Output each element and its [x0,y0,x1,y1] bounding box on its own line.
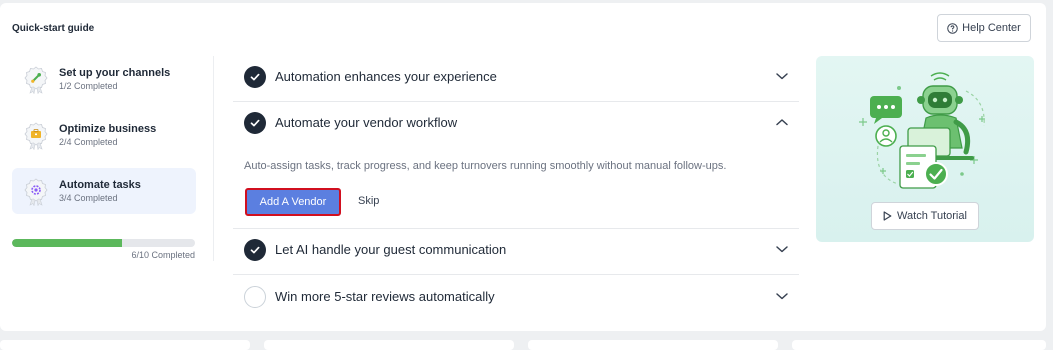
accordion-title: Automation enhances your experience [275,69,497,84]
step-automate-tasks[interactable]: Automate tasks 3/4 Completed [12,168,196,214]
chevron-down-icon[interactable] [775,291,789,301]
accordion-title: Let AI handle your guest communication [275,242,507,257]
next-card-partial [0,340,250,350]
column-divider [213,56,214,261]
completed-check-icon [244,112,266,134]
progress-label: 6/10 Completed [131,250,195,260]
accordion-header[interactable]: Automation enhances your experience [233,54,799,100]
step-subtitle: 1/2 Completed [59,81,118,91]
next-card-partial [792,340,1046,350]
step-title: Automate tasks [59,179,141,191]
watch-tutorial-label: Watch Tutorial [897,210,967,222]
accordion-title: Automate your vendor workflow [275,115,458,130]
chevron-up-icon[interactable] [775,117,789,127]
completed-check-icon [244,66,266,88]
progress-fill [12,239,122,247]
step-title: Set up your channels [59,67,171,79]
accordion-header[interactable]: Automate your vendor workflow [233,100,799,146]
completed-check-icon [244,239,266,261]
chevron-down-icon[interactable] [775,244,789,254]
step-set-up-channels[interactable]: Set up your channels 1/2 Completed [12,56,196,102]
question-circle-icon [947,22,958,34]
step-subtitle: 3/4 Completed [59,193,118,203]
accordion-header[interactable]: Let AI handle your guest communication [233,227,799,273]
play-icon [883,211,892,221]
accordion-header[interactable]: Win more 5-star reviews automatically [233,274,799,320]
accordion-item-five-star-reviews[interactable]: Win more 5-star reviews automatically [233,274,799,320]
skip-button[interactable]: Skip [358,195,379,207]
guide-title: Quick-start guide [12,23,95,34]
accordion-item-vendor-workflow[interactable]: Automate your vendor workflow [233,100,799,146]
overall-progress-bar [12,239,195,247]
vendor-workflow-description: Auto-assign tasks, track progress, and k… [244,160,727,172]
step-subtitle: 2/4 Completed [59,137,118,147]
help-center-label: Help Center [962,22,1021,34]
add-vendor-button[interactable]: Add A Vendor [245,188,341,216]
incomplete-circle-icon [244,286,266,308]
accordion-item-automation-experience[interactable]: Automation enhances your experience [233,54,799,100]
briefcase-badge-icon [24,122,48,150]
robot-assistant-illustration [859,72,985,189]
next-card-partial [264,340,514,350]
step-optimize-business[interactable]: Optimize business 2/4 Completed [12,112,196,158]
chevron-down-icon[interactable] [775,71,789,81]
watch-tutorial-button[interactable]: Watch Tutorial [871,202,979,230]
plug-badge-icon [24,66,48,94]
step-title: Optimize business [59,123,157,135]
steps-list: Set up your channels 1/2 Completed Optim… [12,56,196,224]
next-card-partial [528,340,778,350]
accordion-item-ai-guest-communication[interactable]: Let AI handle your guest communication [233,227,799,273]
gear-badge-icon [24,178,48,206]
help-center-button[interactable]: Help Center [937,14,1031,42]
accordion-title: Win more 5-star reviews automatically [275,289,495,304]
